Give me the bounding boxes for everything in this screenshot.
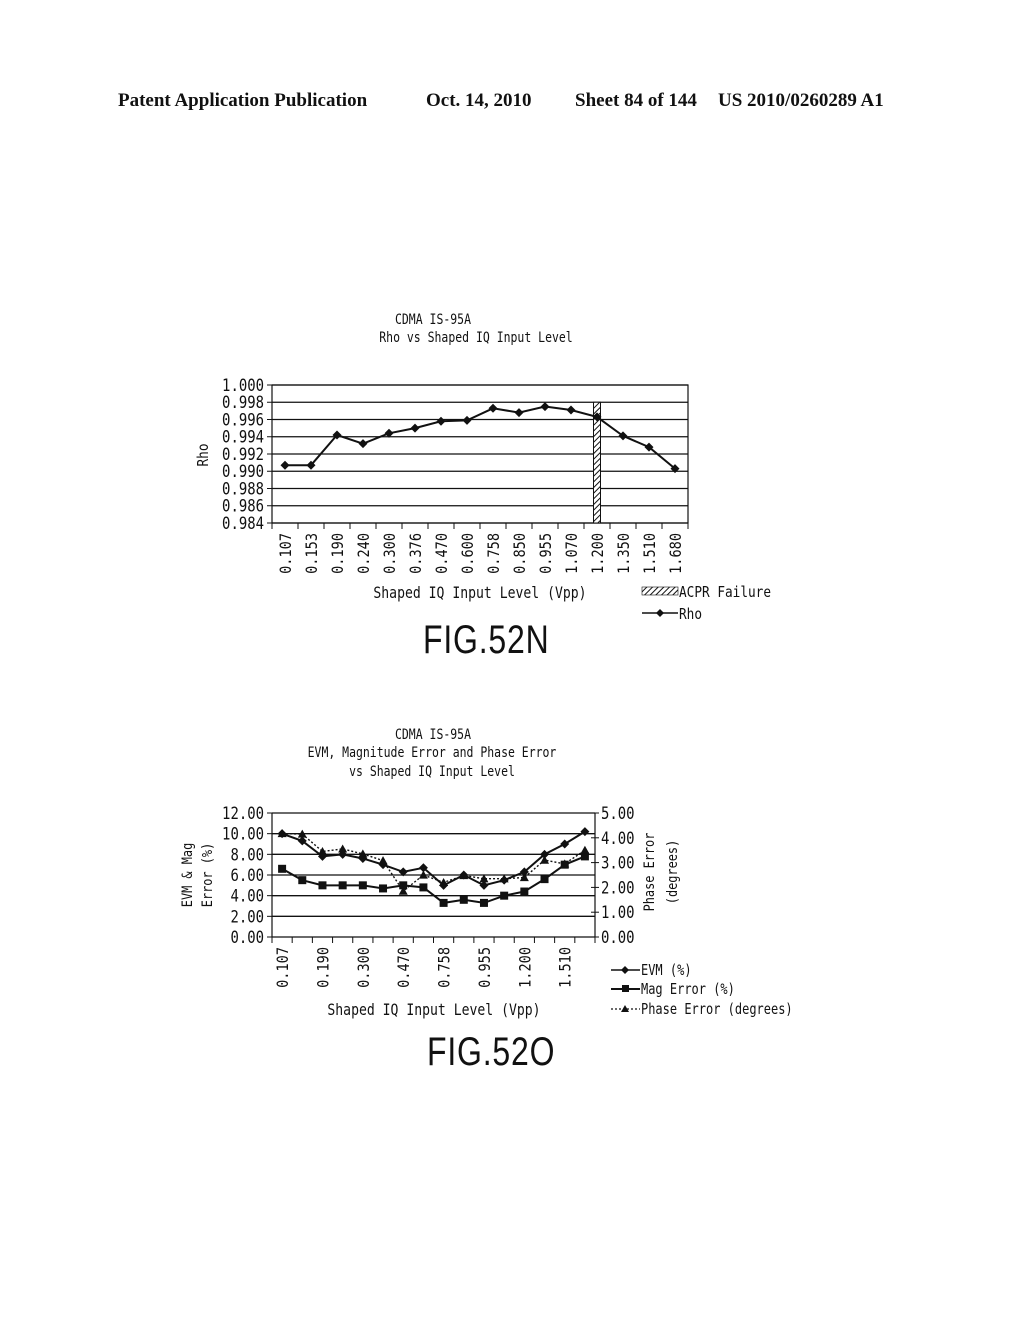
phase-error-point bbox=[317, 846, 327, 856]
chart2-xtick-label: 0.190 bbox=[314, 947, 332, 988]
diamond-series-line bbox=[281, 830, 586, 887]
chart2-xtick-label: 0.955 bbox=[476, 947, 494, 988]
chart2-ylabel-left-line1: EVM & Mag bbox=[180, 843, 196, 907]
evm-chart: CDMA IS-95A EVM, Magnitude Error and Pha… bbox=[180, 727, 793, 1020]
chart2-title-line1: CDMA IS-95A bbox=[395, 727, 471, 743]
mag-error-point bbox=[318, 881, 327, 890]
chart2-legend: EVM (%) Mag Error (%) Phase Error (degre… bbox=[611, 962, 793, 1019]
chart2-ylabel-right-line2: (degrees) bbox=[665, 840, 681, 904]
chart2-ytick-left-label: 0.00 bbox=[230, 928, 264, 948]
phase-error-point bbox=[580, 845, 590, 854]
mag-error-point bbox=[379, 884, 388, 893]
legend-mag: Mag Error (%) bbox=[641, 981, 735, 999]
mag-error-point bbox=[358, 881, 367, 890]
mag-error-point bbox=[298, 876, 307, 885]
chart2-title-line3: vs Shaped IQ Input Level bbox=[349, 764, 515, 780]
chart2-xtick-label: 0.470 bbox=[395, 947, 413, 988]
mag-error-point bbox=[338, 881, 347, 890]
mag-error-point bbox=[500, 891, 509, 900]
phase-error-point bbox=[378, 856, 388, 865]
chart2-ytick-right-label: 4.00 bbox=[601, 828, 635, 848]
mag-error-point bbox=[439, 898, 448, 907]
legend-mag-marker bbox=[622, 985, 629, 992]
chart2-ytick-right-label: 2.00 bbox=[601, 878, 635, 898]
mag-error-point bbox=[520, 887, 529, 896]
chart2-ylabel-left-line2: Error (%) bbox=[200, 843, 216, 907]
mag-error-point bbox=[479, 898, 488, 907]
chart2-xlabel: Shaped IQ Input Level (Vpp) bbox=[327, 1001, 540, 1020]
chart2-ytick-right-label: 3.00 bbox=[601, 853, 635, 873]
mag-error-point bbox=[540, 875, 549, 884]
chart2-ytick-left-label: 8.00 bbox=[230, 845, 264, 865]
chart2-xtick-label: 1.510 bbox=[557, 947, 575, 988]
chart2-ytick-left-label: 10.00 bbox=[222, 824, 264, 844]
legend-phase: Phase Error (degrees) bbox=[641, 1001, 793, 1019]
chart2-ytick-left-label: 2.00 bbox=[230, 907, 264, 927]
chart2-xtick-label: 1.200 bbox=[516, 947, 534, 988]
mag-error-point bbox=[459, 895, 468, 904]
evm-point bbox=[580, 827, 590, 837]
chart2-ytick-left-label: 6.00 bbox=[230, 866, 264, 886]
phase-error-point bbox=[338, 844, 348, 853]
chart2-ylabel-right-line1: Phase Error bbox=[642, 832, 658, 911]
chart2-ytick-right-label: 5.00 bbox=[601, 804, 635, 824]
legend-evm-marker bbox=[621, 966, 629, 974]
chart2-title-line2: EVM, Magnitude Error and Phase Error bbox=[308, 745, 557, 761]
mag-error-point bbox=[278, 864, 287, 873]
chart2-ytick-left-label: 4.00 bbox=[230, 886, 264, 906]
chart2-xtick-label: 0.107 bbox=[274, 947, 292, 988]
chart2-xtick-label: 0.758 bbox=[436, 947, 454, 988]
mag-error-point bbox=[419, 883, 428, 892]
chart2-ytick-right-label: 1.00 bbox=[601, 903, 635, 923]
evm-point bbox=[560, 839, 570, 849]
chart2-ytick-right-label: 0.00 bbox=[601, 928, 635, 948]
chart2-ytick-left-label: 12.00 bbox=[222, 804, 264, 824]
figure-label-52o: FIG.52O bbox=[427, 1030, 556, 1074]
legend-evm: EVM (%) bbox=[641, 962, 692, 980]
chart2-xtick-label: 0.300 bbox=[355, 947, 373, 988]
